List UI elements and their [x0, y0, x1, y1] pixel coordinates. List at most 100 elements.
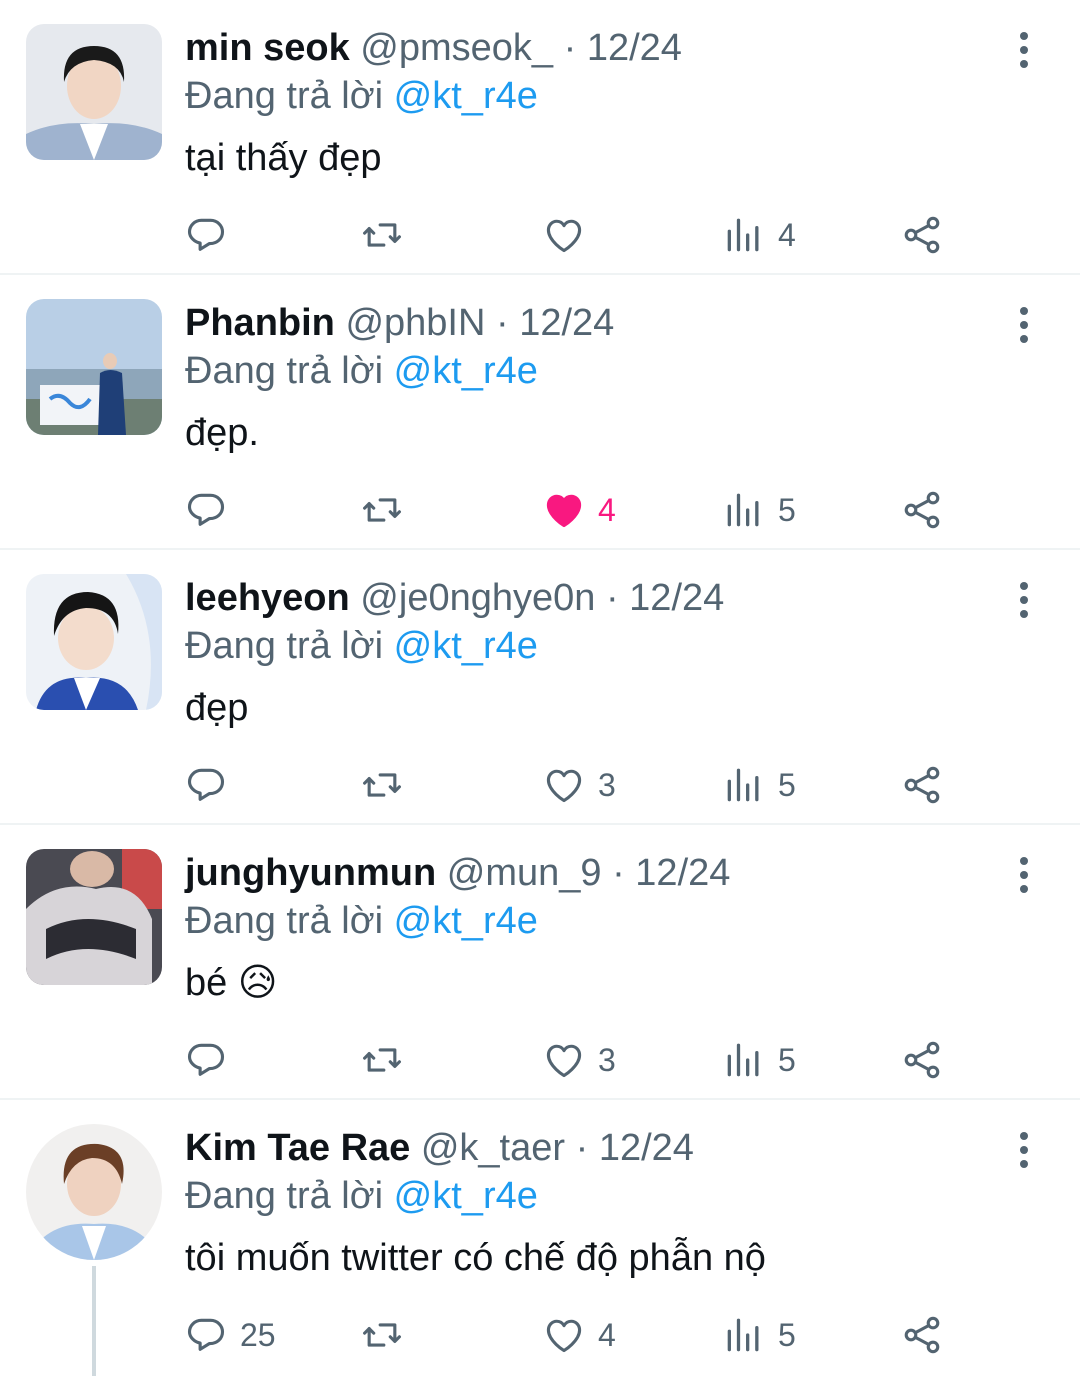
views-icon — [727, 1318, 759, 1352]
tweet-header: leehyeon @je0nghye0n · 12/24 — [185, 574, 724, 622]
separator-dot: · — [496, 302, 509, 344]
tweet-date[interactable]: 12/24 — [629, 577, 724, 619]
like-button[interactable]: 3 — [542, 1015, 616, 1105]
share-button[interactable] — [900, 190, 944, 280]
user-handle[interactable]: @pmseok_ — [360, 27, 553, 69]
replying-to-mention[interactable]: @kt_r4e — [394, 75, 538, 117]
tweet-date[interactable]: 12/24 — [599, 1127, 694, 1169]
reply-button[interactable] — [184, 190, 240, 280]
views-button[interactable]: 4 — [722, 190, 796, 280]
views-button[interactable]: 5 — [722, 740, 796, 830]
replying-to-mention[interactable]: @kt_r4e — [394, 350, 538, 392]
replying-to: Đang trả lời @kt_r4e — [185, 1172, 538, 1220]
replying-to: Đang trả lời @kt_r4e — [185, 622, 538, 670]
replying-to: Đang trả lời @kt_r4e — [185, 347, 538, 395]
retweet-button[interactable] — [360, 465, 416, 555]
like-button[interactable]: 4 — [542, 465, 616, 555]
tweet-actions: 25 4 5 — [184, 1290, 964, 1380]
views-button[interactable]: 5 — [722, 1290, 796, 1380]
user-handle[interactable]: @mun_9 — [447, 852, 602, 894]
retweet-icon — [363, 1323, 401, 1347]
retweet-icon — [363, 1048, 401, 1072]
avatar[interactable] — [26, 299, 162, 435]
display-name[interactable]: Phanbin — [185, 302, 335, 344]
avatar[interactable] — [26, 849, 162, 985]
replying-to-label: Đang trả lời — [185, 1175, 384, 1217]
avatar[interactable] — [26, 24, 162, 160]
more-icon[interactable] — [1004, 578, 1044, 622]
share-button[interactable] — [900, 1015, 944, 1105]
views-button[interactable]: 5 — [722, 1015, 796, 1105]
views-button[interactable]: 5 — [722, 465, 796, 555]
thread-line — [92, 1266, 96, 1376]
display-name[interactable]: min seok — [185, 27, 350, 69]
display-name[interactable]: Kim Tae Rae — [185, 1127, 410, 1169]
replying-to-label: Đang trả lời — [185, 900, 384, 942]
tweet-text: bé 😥 — [185, 962, 278, 1004]
replying-to-mention[interactable]: @kt_r4e — [394, 625, 538, 667]
like-button[interactable] — [542, 190, 598, 280]
views-count: 5 — [778, 1041, 796, 1078]
reply-icon — [187, 1318, 225, 1351]
separator-dot: · — [612, 852, 625, 894]
tweet-actions: 4 5 — [184, 465, 964, 555]
retweet-button[interactable] — [360, 740, 416, 830]
like-count: 3 — [598, 1041, 616, 1078]
more-icon[interactable] — [1004, 303, 1044, 347]
tweet-text: tại thấy đẹp — [185, 137, 382, 179]
retweet-icon — [363, 498, 401, 522]
user-handle[interactable]: @phbIN — [345, 302, 485, 344]
separator-dot: · — [563, 27, 577, 69]
tweet-header: junghyunmun @mun_9 · 12/24 — [185, 849, 730, 897]
more-icon[interactable] — [1004, 28, 1044, 72]
replying-to-label: Đang trả lời — [185, 350, 384, 392]
avatar-image — [26, 299, 162, 435]
retweet-icon — [363, 223, 401, 247]
more-icon[interactable] — [1004, 1128, 1044, 1172]
tweet-actions: 3 5 — [184, 740, 964, 830]
user-handle[interactable]: @k_taer — [421, 1127, 565, 1169]
views-icon — [727, 218, 759, 252]
like-button[interactable]: 4 — [542, 1290, 616, 1380]
retweet-icon — [363, 773, 401, 797]
like-icon — [546, 1044, 582, 1078]
tweet[interactable]: Kim Tae Rae @k_taer · 12/24 Đang trả lời… — [0, 1100, 1080, 1376]
retweet-button[interactable] — [360, 190, 416, 280]
share-button[interactable] — [900, 465, 944, 555]
share-button[interactable] — [900, 740, 944, 830]
reply-button[interactable] — [184, 1015, 240, 1105]
avatar-image — [26, 849, 162, 985]
reply-icon — [187, 493, 225, 526]
tweet[interactable]: junghyunmun @mun_9 · 12/24 Đang trả lời … — [0, 825, 1080, 1100]
share-button[interactable] — [900, 1290, 944, 1380]
tweet-date[interactable]: 12/24 — [587, 27, 682, 69]
like-button[interactable]: 3 — [542, 740, 616, 830]
retweet-button[interactable] — [360, 1290, 416, 1380]
replying-to-mention[interactable]: @kt_r4e — [394, 900, 538, 942]
retweet-button[interactable] — [360, 1015, 416, 1105]
reply-button[interactable] — [184, 740, 240, 830]
replying-to-label: Đang trả lời — [185, 75, 384, 117]
user-handle[interactable]: @je0nghye0n — [360, 577, 595, 619]
tweet-header: min seok @pmseok_ · 12/24 — [185, 24, 682, 72]
avatar[interactable] — [26, 574, 162, 710]
separator-dot: · — [575, 1127, 589, 1169]
display-name[interactable]: leehyeon — [185, 577, 350, 619]
reply-button[interactable] — [184, 465, 240, 555]
tweet-actions: 3 5 — [184, 1015, 964, 1105]
display-name[interactable]: junghyunmun — [185, 852, 436, 894]
views-icon — [727, 1043, 759, 1077]
like-icon — [546, 1319, 582, 1353]
tweet-date[interactable]: 12/24 — [635, 852, 730, 894]
tweet-header: Kim Tae Rae @k_taer · 12/24 — [185, 1124, 694, 1172]
avatar[interactable] — [26, 1124, 162, 1260]
reply-button[interactable]: 25 — [184, 1290, 276, 1380]
tweet[interactable]: leehyeon @je0nghye0n · 12/24 Đang trả lờ… — [0, 550, 1080, 825]
tweet[interactable]: min seok @pmseok_ · 12/24 Đang trả lời @… — [0, 0, 1080, 275]
replying-to-mention[interactable]: @kt_r4e — [394, 1175, 538, 1217]
replying-to: Đang trả lời @kt_r4e — [185, 72, 538, 120]
tweet-date[interactable]: 12/24 — [519, 302, 614, 344]
share-icon — [904, 216, 940, 254]
tweet[interactable]: Phanbin @phbIN · 12/24 Đang trả lời @kt_… — [0, 275, 1080, 550]
more-icon[interactable] — [1004, 853, 1044, 897]
